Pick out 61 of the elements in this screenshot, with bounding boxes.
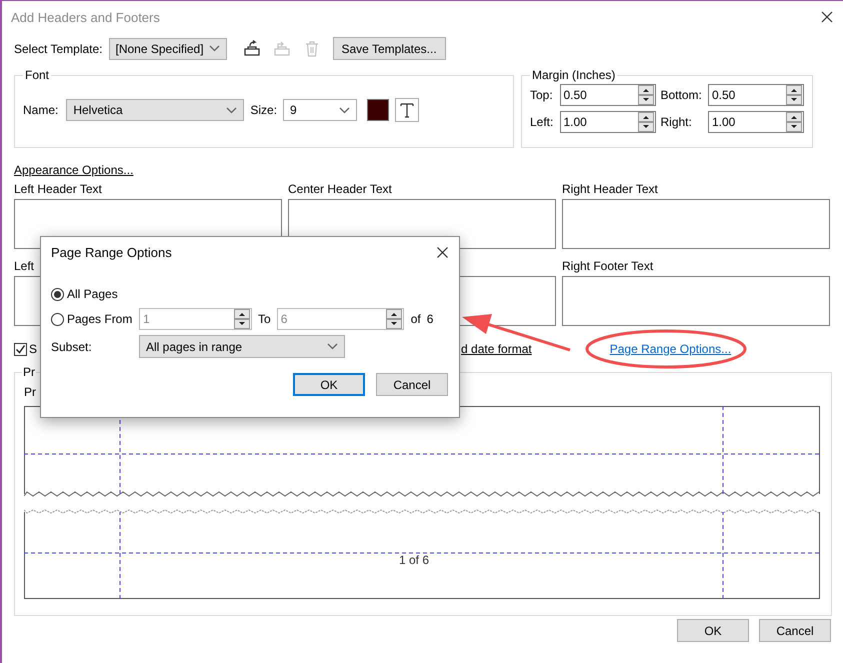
of-label: of	[410, 312, 421, 326]
header-label: Center Header Text	[288, 181, 393, 198]
spinner-icon[interactable]	[786, 112, 802, 132]
caret-icon	[208, 45, 220, 52]
caret-icon	[327, 343, 338, 350]
dialog-button[interactable]: Cancel	[376, 373, 448, 396]
margin-label: Bottom:	[660, 88, 703, 102]
radio-button[interactable]	[51, 312, 64, 326]
caret-icon	[339, 106, 350, 114]
template-label: Select Template:	[14, 42, 102, 56]
font-legend: Font	[23, 68, 52, 82]
caret-icon	[226, 106, 238, 114]
margin-field[interactable]: 1.00	[560, 111, 656, 133]
to-label: To	[258, 312, 271, 326]
size-dropdown[interactable]: 9	[283, 99, 358, 121]
dialog-button[interactable]: OK	[293, 373, 365, 396]
margin-legend: Margin (Inches)	[530, 68, 618, 82]
margin-field[interactable]: 0.50	[560, 84, 656, 106]
margin-field[interactable]: 0.50	[708, 84, 804, 106]
checkbox-label[interactable]: S	[29, 342, 38, 356]
footer-label: Left	[14, 259, 34, 273]
dialog-button[interactable]: OK	[677, 619, 749, 642]
page-number-text: 1 of 6	[398, 553, 430, 567]
preview-legend: Pr	[22, 365, 36, 379]
size-label: Size:	[250, 103, 278, 117]
page-range-options-link[interactable]: Page Range Options...	[610, 342, 732, 356]
spinner-icon[interactable]	[638, 112, 654, 132]
preview-label: Pr	[24, 385, 36, 399]
dialog-title: Page Range Options	[51, 244, 172, 260]
header-label: Right Header Text	[562, 181, 659, 198]
font-dropdown[interactable]: Helvetica	[66, 99, 244, 121]
spinner-icon[interactable]	[638, 85, 654, 105]
text-icon	[400, 102, 414, 118]
save-templates-button[interactable]: Save Templates...	[332, 37, 446, 60]
margin-label: Right:	[660, 115, 693, 129]
margin-field[interactable]: 1.00	[708, 111, 804, 133]
spinner-icon[interactable]	[786, 85, 802, 105]
tray-icon[interactable]	[242, 40, 260, 58]
footer-text-field[interactable]	[562, 276, 830, 326]
footer-label: Right Footer Text	[562, 259, 654, 273]
checkbox[interactable]	[14, 342, 27, 356]
total-pages: 6	[426, 312, 434, 326]
margin-label: Top:	[530, 88, 554, 102]
dialog-button[interactable]: Cancel	[759, 619, 831, 642]
subset-label: Subset:	[51, 340, 93, 354]
color-swatch[interactable]	[367, 99, 390, 121]
radio-button[interactable]	[51, 288, 64, 300]
date-format-link[interactable]: d date format	[461, 342, 532, 356]
margin-label: Left:	[530, 115, 554, 129]
template-dropdown[interactable]: [None Specified]	[108, 38, 226, 60]
text-style-button[interactable]	[395, 98, 420, 122]
header-text-field[interactable]	[562, 199, 830, 249]
close-icon[interactable]	[437, 246, 448, 258]
appearance-options-link[interactable]: Appearance Options...	[14, 163, 134, 177]
radio-label[interactable]: Pages From	[67, 312, 132, 326]
name-label: Name:	[23, 103, 58, 117]
radio-label[interactable]: All Pages	[67, 287, 118, 301]
close-icon[interactable]	[821, 11, 833, 23]
subset-dropdown[interactable]: All pages in range	[139, 335, 345, 358]
window-title: Add Headers and Footers	[11, 10, 160, 24]
header-label: Left Header Text	[14, 181, 103, 198]
